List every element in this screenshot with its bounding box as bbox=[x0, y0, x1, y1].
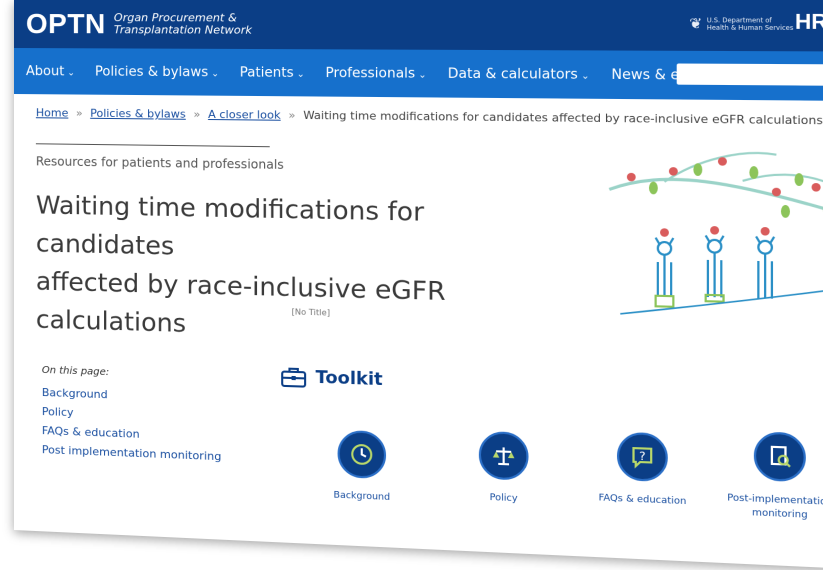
search-input[interactable]: ⚲ bbox=[677, 63, 823, 85]
nav-label: Patients bbox=[240, 65, 294, 81]
nav-data-calculators[interactable]: Data & calculators⌄ bbox=[448, 66, 590, 83]
nav-professionals[interactable]: Professionals⌄ bbox=[326, 65, 427, 81]
chevron-down-icon: ⌄ bbox=[67, 68, 75, 78]
chevron-down-icon: ⌄ bbox=[297, 69, 305, 79]
hhs-line2: Health & Human Services bbox=[707, 24, 794, 32]
page-title-line2: affected by race-inclusive eGFR calculat… bbox=[36, 267, 446, 339]
onpage-link-monitoring[interactable]: Post implementation monitoring bbox=[42, 443, 235, 464]
chevron-down-icon: ⌄ bbox=[581, 71, 589, 82]
chevron-down-icon: ⌄ bbox=[418, 70, 426, 80]
nav-label: About bbox=[26, 64, 64, 79]
optn-logo-subtitle: Organ Procurement & Transplantation Netw… bbox=[114, 12, 252, 37]
toolkit-label: Post-implementation monitoring bbox=[718, 492, 823, 525]
clock-icon bbox=[338, 430, 386, 479]
breadcrumb-closer-look[interactable]: A closer look bbox=[208, 108, 281, 122]
no-title-placeholder: [No Title] bbox=[292, 307, 330, 317]
nav-label: Policies & bylaws bbox=[95, 64, 208, 80]
hero-illustration bbox=[598, 147, 823, 322]
breadcrumb-policies[interactable]: Policies & bylaws bbox=[90, 107, 186, 121]
eyebrow-divider bbox=[36, 143, 270, 147]
breadcrumb-current: Waiting time modifications for candidate… bbox=[303, 109, 823, 128]
scales-icon bbox=[479, 431, 529, 481]
breadcrumb-separator: » bbox=[76, 107, 83, 120]
hhs-logo[interactable]: ❦ U.S. Department of Health & Human Serv… bbox=[689, 17, 793, 32]
toolkit-title: Toolkit bbox=[316, 367, 383, 390]
nav-policies-bylaws[interactable]: Policies & bylaws⌄ bbox=[95, 64, 219, 80]
chevron-down-icon: ⌄ bbox=[211, 69, 219, 79]
nav-about[interactable]: About⌄ bbox=[26, 64, 75, 79]
toolkit-label-line1: Post-implementation bbox=[727, 493, 823, 508]
nav-patients[interactable]: Patients⌄ bbox=[240, 65, 305, 81]
toolkit-item-faqs[interactable]: ? FAQs & education bbox=[582, 430, 704, 510]
toolkit-label: FAQs & education bbox=[582, 491, 704, 510]
on-this-page: On this page: Background Policy FAQs & e… bbox=[42, 365, 235, 470]
nav-label: Professionals bbox=[326, 65, 416, 81]
on-this-page-label: On this page: bbox=[42, 365, 235, 382]
hhs-text: U.S. Department of Health & Human Servic… bbox=[707, 17, 794, 32]
toolbox-icon bbox=[280, 365, 307, 388]
onpage-link-faqs[interactable]: FAQs & education bbox=[42, 424, 235, 444]
browser-page: OPTN Organ Procurement & Transplantation… bbox=[14, 0, 823, 570]
toolkit-item-background[interactable]: Background bbox=[304, 429, 420, 507]
nav-label: Data & calculators bbox=[448, 66, 578, 82]
optn-logo[interactable]: OPTN bbox=[26, 8, 106, 40]
hrsa-logo[interactable]: HRSA bbox=[795, 11, 823, 36]
logo-sub-line2: Transplantation Network bbox=[114, 23, 252, 37]
main-nav: About⌄ Policies & bylaws⌄ Patients⌄ Prof… bbox=[14, 48, 823, 101]
toolkit-item-policy[interactable]: Policy bbox=[445, 430, 564, 509]
question-bubble-icon: ? bbox=[617, 432, 668, 482]
breadcrumb-separator: » bbox=[288, 109, 295, 122]
hhs-eagle-icon: ❦ bbox=[689, 21, 702, 28]
onpage-link-background[interactable]: Background bbox=[42, 386, 235, 406]
toolkit-label-line2: monitoring bbox=[752, 508, 808, 521]
toolkit-label: Background bbox=[304, 488, 420, 506]
toolkit-heading: Toolkit bbox=[280, 365, 383, 391]
svg-text:?: ? bbox=[639, 449, 646, 463]
breadcrumb-separator: » bbox=[193, 108, 200, 121]
page-title-line1: Waiting time modifications for candidate… bbox=[36, 190, 424, 260]
toolkit-label: Policy bbox=[445, 490, 564, 509]
page-title: Waiting time modifications for candidate… bbox=[36, 186, 579, 354]
brand-header: OPTN Organ Procurement & Transplantation… bbox=[14, 0, 823, 52]
toolkit-item-monitoring[interactable]: Post-implementation monitoring bbox=[718, 430, 823, 525]
document-search-icon bbox=[754, 431, 806, 482]
hhs-line1: U.S. Department of bbox=[707, 17, 772, 25]
onpage-link-policy[interactable]: Policy bbox=[42, 405, 235, 425]
breadcrumb-home[interactable]: Home bbox=[36, 106, 68, 119]
